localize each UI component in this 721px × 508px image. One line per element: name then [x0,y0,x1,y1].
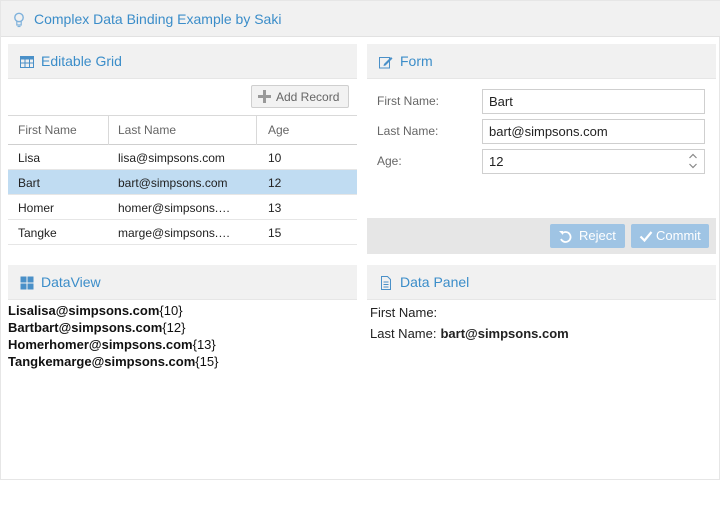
plus-icon [258,90,271,103]
cell-age[interactable]: 13 [258,195,357,219]
dataview-item[interactable]: Homerhomer@simpsons.com{13} [8,336,218,353]
dataview-item[interactable]: Lisalisa@simpsons.com{10} [8,302,218,319]
document-icon [381,276,391,290]
column-header-age[interactable]: Age [258,116,357,145]
age-row: Age: [367,149,716,174]
undo-icon [559,231,572,243]
dp-last-name-value: bart@simpsons.com [440,326,569,341]
cell-first-name[interactable]: Bart [8,170,108,194]
dataview-item-age: {15} [195,354,219,369]
dp-first-name-label: First Name: [370,305,438,320]
grid-icon [20,56,34,68]
app-window: Complex Data Binding Example by Saki Edi… [0,0,720,480]
commit-label: Commit [656,228,701,243]
dp-last-name-row: Last Name: bart@simpsons.com [370,326,569,341]
data-panel-title: Data Panel [400,274,470,290]
table-row[interactable]: Lisa lisa@simpsons.com 10 [8,145,357,170]
grid-panel-title: Editable Grid [41,53,122,69]
grid-header-row: First Name Last Name Age [8,115,357,145]
grid-toolbar: Add Record [8,79,357,115]
dataview-item[interactable]: Tangkemarge@simpsons.com{15} [8,353,218,370]
form-panel-header: Form [367,44,716,79]
dataview-item-name: Bartbart@simpsons.com [8,320,163,335]
dp-last-name-label: Last Name: [370,326,437,341]
last-name-field[interactable] [482,119,705,144]
dataview-item-age: {12} [162,320,186,335]
cell-first-name[interactable]: Tangke [8,220,108,244]
reject-button[interactable]: Reject [550,224,625,248]
dp-first-name-row: First Name: [370,305,441,320]
reject-label: Reject [579,228,616,243]
table-row[interactable]: Bart bart@simpsons.com 12 [8,170,357,195]
table-row[interactable]: Homer homer@simpsons.… 13 [8,195,357,220]
tiles-icon [20,276,34,290]
dataview-panel-title: DataView [41,274,101,290]
commit-button[interactable]: Commit [631,224,709,248]
table-row[interactable]: Tangke marge@simpsons.… 15 [8,220,357,245]
cell-first-name[interactable]: Homer [8,195,108,219]
dataview-item-age: {13} [192,337,216,352]
add-record-button[interactable]: Add Record [251,85,349,108]
cell-last-name[interactable]: bart@simpsons.com [108,170,258,194]
first-name-label: First Name: [377,94,440,108]
data-panel-header: Data Panel [367,265,716,300]
grid-body: Lisa lisa@simpsons.com 10 Bart bart@simp… [8,145,357,245]
editable-grid-panel: Editable Grid Add Record First Name Last… [8,44,357,249]
dataview-item-age: {10} [159,303,183,318]
column-header-first-name[interactable]: First Name [8,116,108,145]
form-panel-title: Form [400,53,433,69]
form-panel: Form First Name: Last Name: Age: R [367,44,716,254]
dataview-item-name: Homerhomer@simpsons.com [8,337,193,352]
cell-age[interactable]: 12 [258,170,357,194]
age-label: Age: [377,154,402,168]
first-name-row: First Name: [367,89,716,114]
last-name-row: Last Name: [367,119,716,144]
age-spinner-icon[interactable] [687,151,699,171]
cell-last-name[interactable]: homer@simpsons.… [108,195,258,219]
dataview-panel: DataView Lisalisa@simpsons.com{10} Bartb… [8,265,357,465]
app-title: Complex Data Binding Example by Saki [34,11,282,27]
cell-last-name[interactable]: marge@simpsons.… [108,220,258,244]
data-panel: Data Panel First Name: Last Name: bart@si… [367,265,716,465]
form-footer-toolbar: Reject Commit [367,218,716,254]
column-header-last-name[interactable]: Last Name [108,116,258,145]
add-record-label: Add Record [276,90,340,104]
app-header: Complex Data Binding Example by Saki [1,1,720,37]
dataview-panel-header: DataView [8,265,357,300]
dataview-item[interactable]: Bartbart@simpsons.com{12} [8,319,218,336]
cell-age[interactable]: 10 [258,145,357,169]
dataview-item-name: Lisalisa@simpsons.com [8,303,160,318]
grid-panel-header: Editable Grid [8,44,357,79]
cell-age[interactable]: 15 [258,220,357,244]
age-field[interactable] [482,149,705,174]
last-name-label: Last Name: [377,124,439,138]
lightbulb-icon [14,12,24,28]
column-separator[interactable] [256,116,257,145]
dataview-item-name: Tangkemarge@simpsons.com [8,354,196,369]
dataview-list: Lisalisa@simpsons.com{10} Bartbart@simps… [8,302,218,370]
cell-first-name[interactable]: Lisa [8,145,108,169]
checkmark-icon [639,231,653,243]
cell-last-name[interactable]: lisa@simpsons.com [108,145,258,169]
edit-icon [379,57,393,69]
first-name-field[interactable] [482,89,705,114]
